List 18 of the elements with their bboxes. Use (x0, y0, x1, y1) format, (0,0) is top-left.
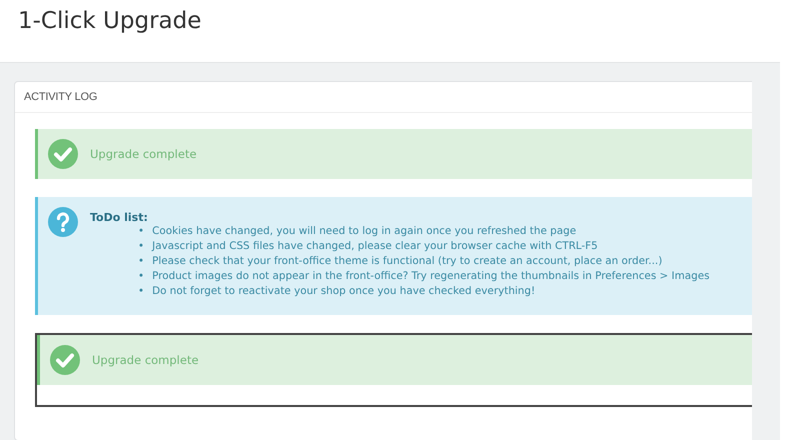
bullet-mark: • (138, 269, 144, 284)
check-circle-icon (50, 345, 80, 375)
todo-item: Product images do not appear in the front-office? Try regenerating the thumbnails in Preferences > Images (152, 269, 710, 284)
alert-message: Upgrade complete (90, 147, 197, 161)
alert-message: Upgrade complete (92, 353, 199, 367)
bullet-mark: • (138, 284, 144, 299)
bullet-mark: • (138, 254, 144, 269)
todo-item: Please check that your front-office theme is functional (try to create an account, place an order...) (152, 254, 662, 269)
bullet-mark: • (138, 224, 144, 239)
todo-item: Do not forget to reactivate your shop once you have checked everything! (152, 284, 536, 299)
panel-heading: ACTIVITY LOG (15, 82, 752, 113)
todo-title: ToDo list: (90, 211, 149, 224)
todo-item: Cookies have changed, you will need to log in again once you refreshed the page (152, 224, 576, 239)
page-title: 1-Click Upgrade (17, 7, 202, 36)
check-circle-icon (48, 139, 78, 169)
question-circle-icon (48, 207, 78, 237)
bullet-mark: • (138, 239, 144, 254)
todo-item: Javascript and CSS files have changed, please clear your browser cache with CTRL-F5 (152, 239, 598, 254)
